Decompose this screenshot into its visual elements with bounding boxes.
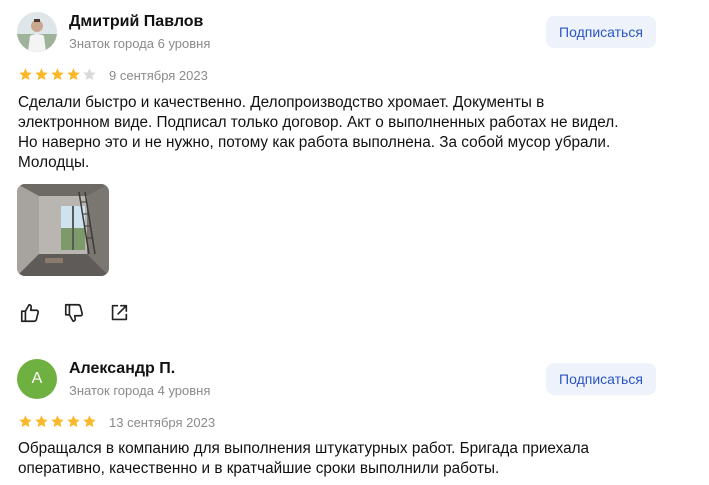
review-date: 13 сентября 2023 [109,415,216,430]
share-button[interactable] [108,302,130,324]
review-text-line: Обращался в компанию для выполнения штук… [18,440,590,457]
review-photo-thumbnail[interactable] [17,184,109,276]
share-icon [111,304,128,321]
user-photo-icon [17,12,57,52]
like-button[interactable] [19,302,41,324]
avatar[interactable]: А [17,359,57,399]
rating-stars [18,67,97,82]
star-icon [35,415,48,428]
author-name[interactable]: Александр П. [69,360,175,378]
review-text-line: Молодцы. [18,154,90,171]
star-icon [67,68,80,81]
author-name[interactable]: Дмитрий Павлов [69,13,203,31]
author-level: Знаток города 6 уровня [69,36,211,51]
star-icon [35,68,48,81]
star-icon [51,68,64,81]
review-date: 9 сентября 2023 [109,68,208,83]
review-text-line: Сделали быстро и качественно. Делопроизв… [18,94,545,111]
review-text: Сделали быстро и качественно. Делопроизв… [18,93,688,173]
star-icon [19,415,32,428]
star-icon [51,415,64,428]
dislike-button[interactable] [63,302,85,324]
review-text-line: Но наверно это и не нужно, потому как ра… [18,134,611,151]
room-photo-image [17,184,109,276]
avatar[interactable] [17,12,57,52]
review-text-line: электронном виде. Подписал только догово… [18,114,619,131]
rating-stars [18,414,97,429]
star-icon [83,415,96,428]
thumbs-down-icon [64,303,84,323]
subscribe-button[interactable]: Подписаться [546,16,656,48]
review-text-line: оперативно, качественно и в кратчайшие с… [18,460,500,477]
review-text: Обращался в компанию для выполнения штук… [18,439,688,479]
author-level: Знаток города 4 уровня [69,383,211,398]
star-icon [19,68,32,81]
star-icon [83,68,96,81]
thumbs-up-icon [20,303,40,323]
subscribe-button[interactable]: Подписаться [546,363,656,395]
star-icon [67,415,80,428]
